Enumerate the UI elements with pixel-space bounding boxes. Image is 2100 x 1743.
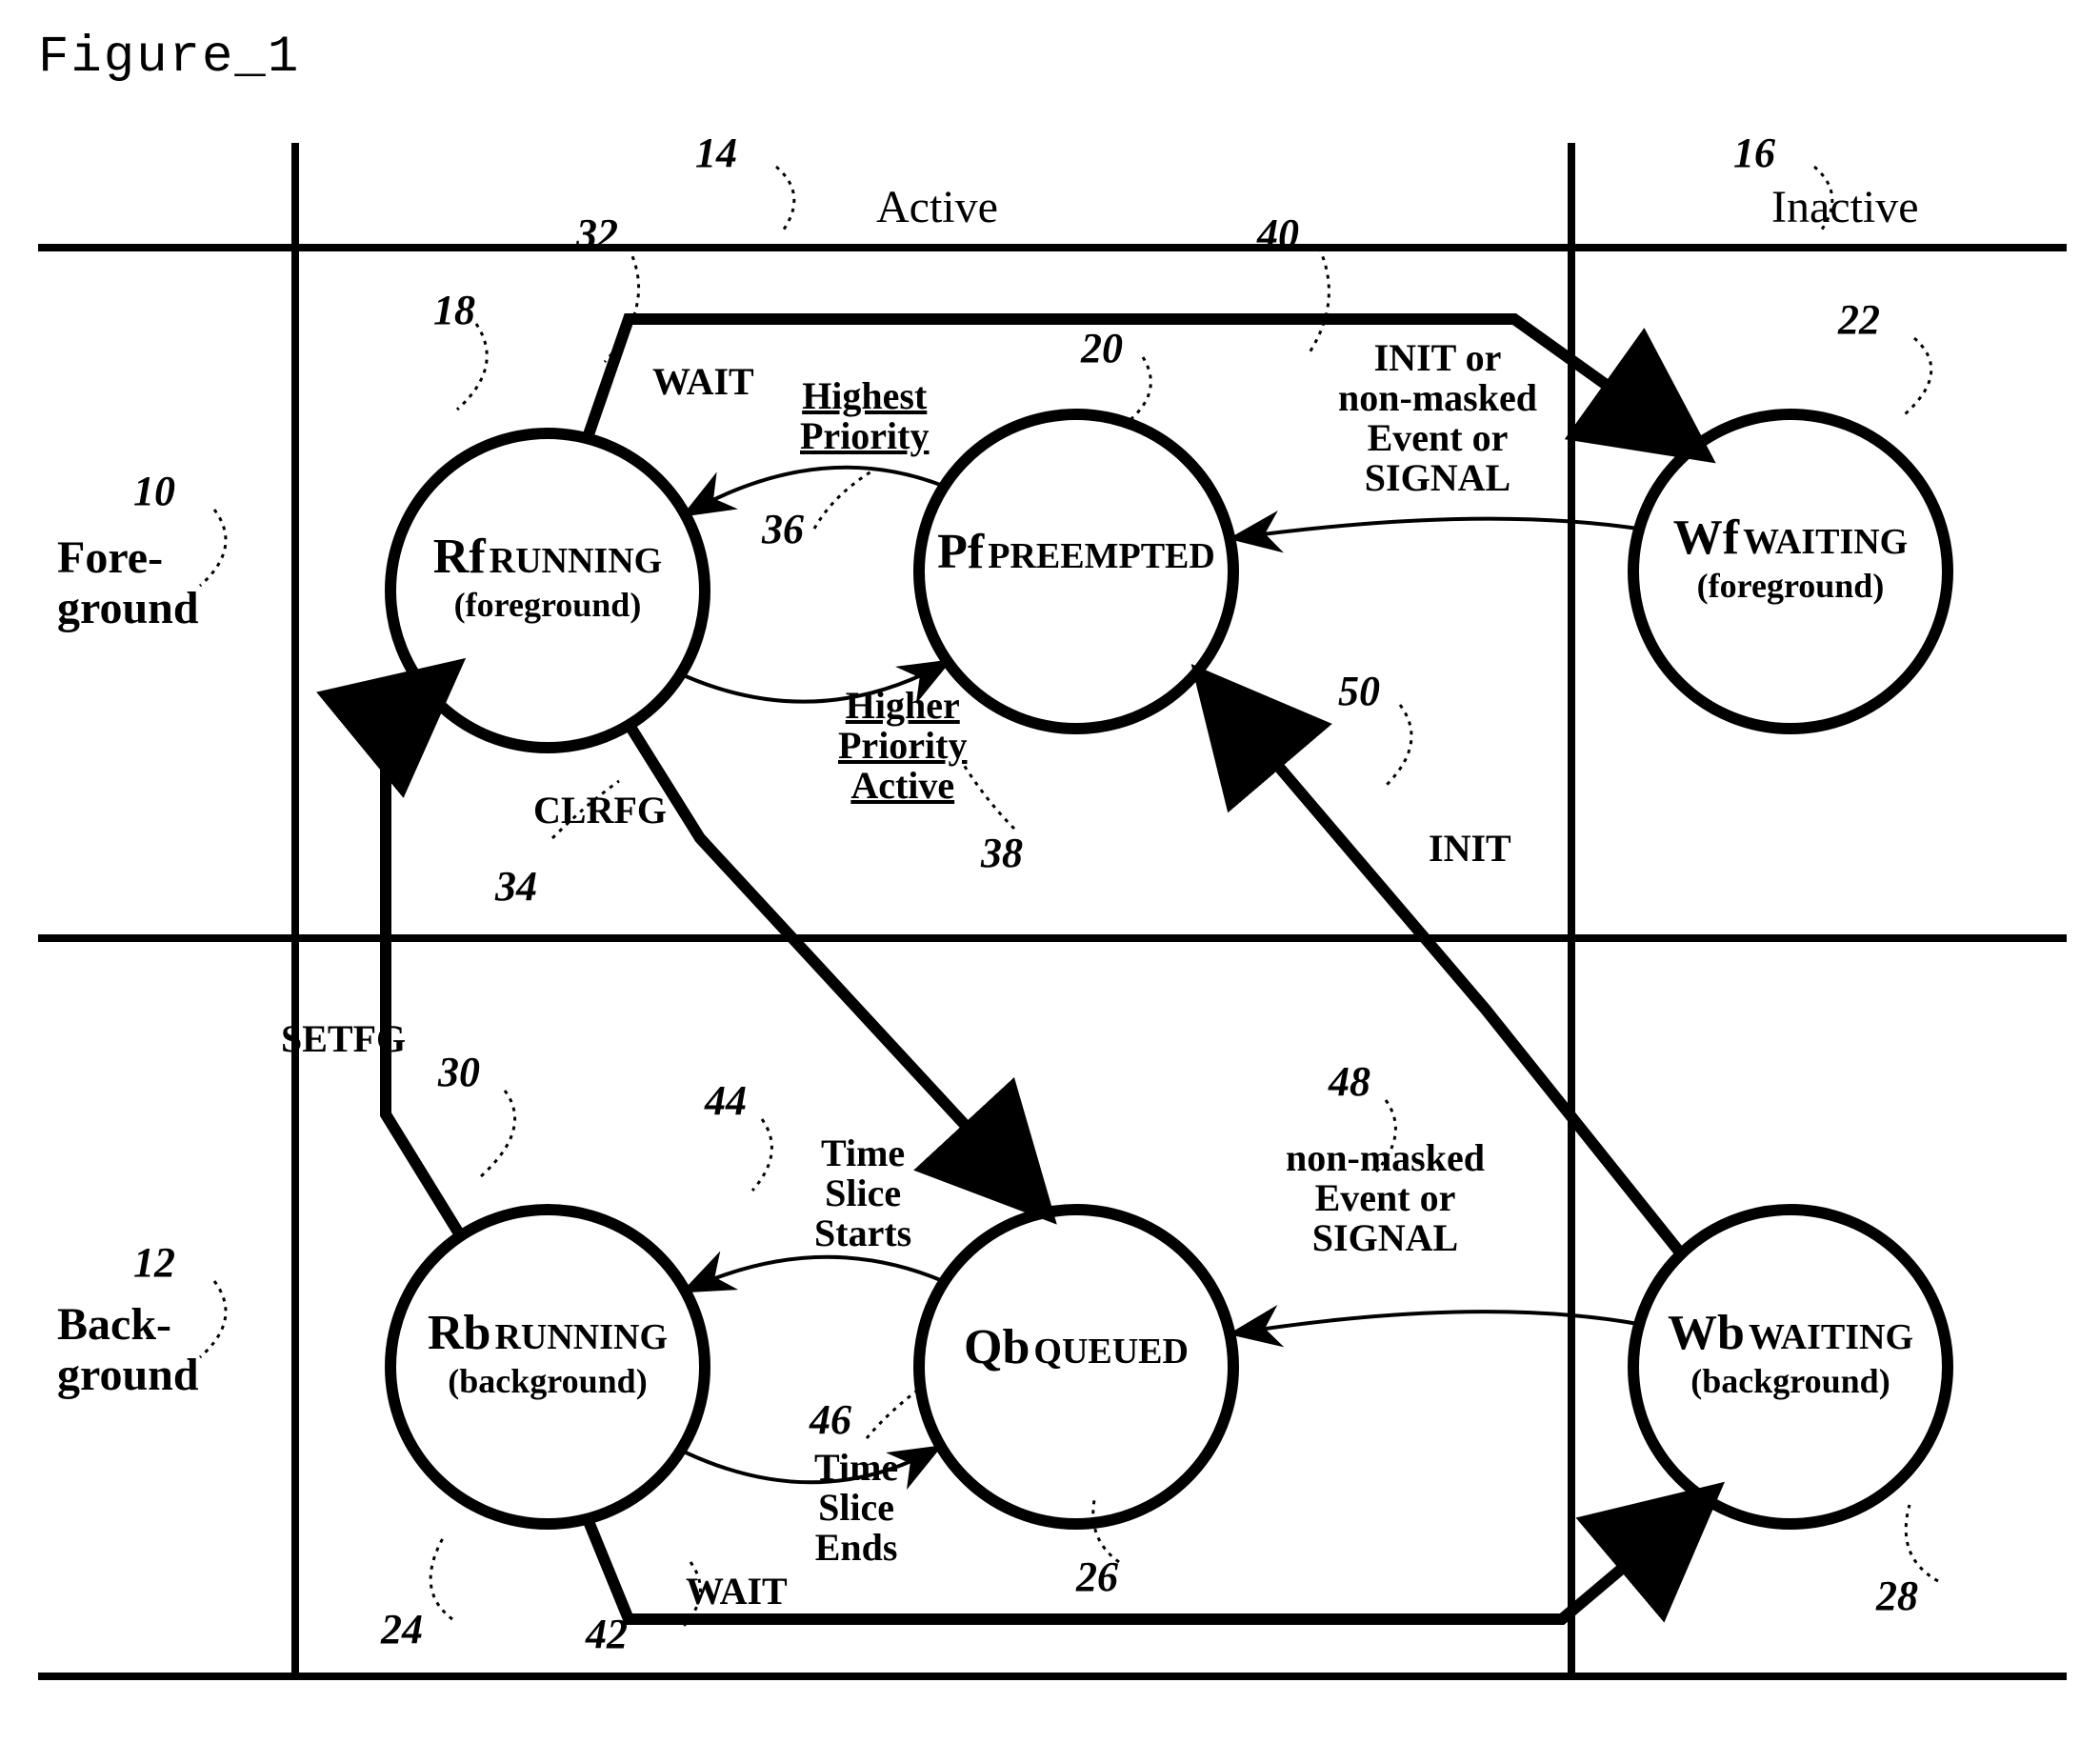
ref-16: 16 xyxy=(1733,129,1775,177)
ref-10: 10 xyxy=(133,467,175,515)
ref-32: 32 xyxy=(576,210,618,258)
state-Wf: Wf WAITING (foreground) xyxy=(1633,510,1948,606)
diagram-svg xyxy=(0,0,2100,1743)
ref-46: 46 xyxy=(810,1395,851,1444)
ref-36: 36 xyxy=(762,505,804,553)
ref-22: 22 xyxy=(1838,295,1880,344)
column-header-active: Active xyxy=(876,181,998,233)
ref-30: 30 xyxy=(438,1048,480,1096)
ref-40: 40 xyxy=(1257,210,1299,258)
edge-label-clrfg: CLRFG xyxy=(533,791,667,831)
edge-label-setfg: SETFG xyxy=(281,1019,406,1059)
transition-setfg xyxy=(386,667,462,1238)
ref-42: 42 xyxy=(586,1610,628,1658)
row-label-background: Back-ground xyxy=(57,1300,199,1401)
edge-label-init-event-signal: INIT or non-masked Event or SIGNAL xyxy=(1338,338,1537,498)
edge-label-nonmasked-event-signal: non-masked Event or SIGNAL xyxy=(1286,1138,1485,1258)
edge-label-higher-priority-active: Higher Priority Active xyxy=(838,686,968,806)
ref-24: 24 xyxy=(381,1605,423,1653)
ref-14: 14 xyxy=(695,129,737,177)
ref-50: 50 xyxy=(1338,667,1380,715)
edge-label-wait-top: WAIT xyxy=(652,362,754,402)
edge-label-wait-bottom: WAIT xyxy=(686,1572,788,1612)
ref-44: 44 xyxy=(705,1076,747,1125)
edge-label-init: INIT xyxy=(1429,829,1511,869)
column-header-inactive: Inactive xyxy=(1771,181,1919,233)
edge-label-highest-priority: Highest Priority xyxy=(800,376,930,456)
transition-init-event-signal xyxy=(1233,519,1638,538)
state-Wb: Wb WAITING (background) xyxy=(1633,1305,1948,1401)
transition-highest-priority xyxy=(686,468,943,514)
transition-nonmasked-event-signal xyxy=(1233,1312,1638,1333)
edge-label-time-slice-ends: Time Slice Ends xyxy=(814,1448,898,1568)
ref-26: 26 xyxy=(1076,1553,1118,1601)
ref-48: 48 xyxy=(1329,1057,1370,1106)
state-Pf: Pf PREEMPTED xyxy=(919,524,1233,580)
figure-canvas: Figure_1 xyxy=(0,0,2100,1743)
state-Rf: Rf RUNNING (foreground) xyxy=(390,529,705,625)
state-Rb: Rb RUNNING (background) xyxy=(390,1305,705,1401)
row-label-foreground: Fore-ground xyxy=(57,533,199,634)
transition-time-slice-starts xyxy=(686,1257,943,1291)
state-Qb: Qb QUEUED xyxy=(919,1319,1233,1375)
ref-34: 34 xyxy=(495,862,537,911)
ref-20: 20 xyxy=(1081,324,1123,372)
ref-38: 38 xyxy=(981,829,1023,877)
edge-label-time-slice-starts: Time Slice Starts xyxy=(814,1133,911,1253)
ref-12: 12 xyxy=(133,1238,175,1287)
ref-28: 28 xyxy=(1876,1572,1918,1620)
ref-18: 18 xyxy=(433,286,475,334)
transition-time-slice-ends xyxy=(686,1448,938,1482)
